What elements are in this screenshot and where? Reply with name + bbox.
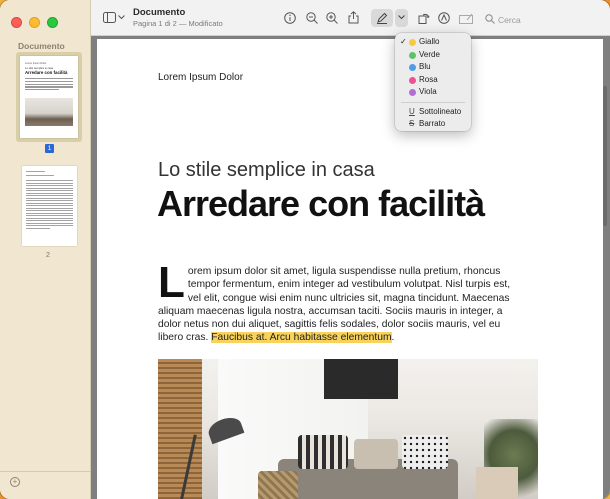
strikethrough-icon: S (409, 119, 415, 128)
thumbnail-header: Lorem Ipsum Dolor (25, 62, 47, 65)
pink-swatch-icon (409, 76, 416, 84)
page-number-2: 2 (46, 252, 50, 259)
zoom-button[interactable] (47, 17, 58, 28)
thumbnail-text-lines (25, 78, 73, 92)
article-title: Arredare con facilità (157, 183, 485, 224)
highlighted-text[interactable]: Faucibus at. Arcu habitasse elementum (211, 332, 392, 344)
add-page-icon[interactable]: + (10, 477, 20, 487)
zoom-in-icon[interactable] (326, 12, 338, 24)
chevron-down-icon (398, 15, 405, 20)
thumbnail-image (25, 98, 73, 126)
interior-photo (158, 359, 538, 499)
zoom-out-icon[interactable] (306, 12, 318, 24)
close-button[interactable] (11, 17, 22, 28)
body-text-end: . (391, 332, 395, 344)
yellow-swatch-icon (409, 39, 416, 46)
menu-item-verde[interactable]: Verde (395, 49, 471, 62)
page-thumbnail-1[interactable]: Lorem Ipsum Dolor Lo stile semplice in c… (16, 52, 82, 142)
sidebar: Documento Lorem Ipsum Dolor Lo stile sem… (0, 0, 91, 499)
menu-separator (401, 101, 465, 103)
menu-item-label: Verde (419, 49, 440, 59)
menu-item-label: Barrato (419, 119, 446, 128)
scrollbar[interactable] (603, 86, 607, 226)
menu-item-label: Rosa (419, 74, 438, 84)
underline-icon: U (409, 106, 415, 116)
page-number-1: 1 (45, 144, 54, 153)
menu-item-rosa[interactable]: Rosa (395, 74, 471, 87)
toolbar: Documento Pagina 1 di 2 — Modificato Cer… (91, 0, 610, 36)
menu-item-blu[interactable]: Blu (395, 61, 471, 74)
thumbnail-title: Arredare con facilità (25, 70, 68, 75)
menu-item-label: Giallo (419, 37, 440, 46)
page-thumbnail-2[interactable] (22, 166, 77, 246)
sidebar-divider (0, 471, 91, 472)
minimize-button[interactable] (29, 17, 40, 28)
menu-item-viola[interactable]: Viola (395, 86, 471, 99)
document-title: Documento (133, 7, 186, 18)
blue-swatch-icon (409, 64, 416, 71)
menu-item-label: Blu (419, 62, 431, 71)
highlight-pen-icon (377, 12, 388, 24)
document-status: Pagina 1 di 2 — Modificato (133, 19, 223, 28)
highlight-color-dropdown[interactable] (395, 9, 408, 27)
form-icon[interactable] (459, 13, 474, 24)
page-header-text: Lorem Ipsum Dolor (158, 72, 244, 83)
window-controls (11, 17, 58, 28)
rotate-icon[interactable] (418, 12, 430, 24)
share-icon[interactable] (348, 11, 359, 24)
drop-cap: L (158, 258, 185, 307)
sidebar-title: Documento (18, 41, 65, 51)
markup-icon[interactable] (438, 12, 450, 24)
menu-item-label: Viola (419, 87, 437, 96)
article-subtitle: Lo stile semplice in casa (158, 159, 375, 181)
thumbnail-page: Lorem Ipsum Dolor Lo stile semplice in c… (20, 56, 78, 138)
search-input[interactable]: Cerca (498, 15, 521, 25)
menu-item-barrato[interactable]: S Barrato (395, 118, 471, 131)
sidebar-icon[interactable] (103, 12, 116, 23)
document-page[interactable]: Lorem Ipsum Dolor Lo stile semplice in c… (97, 39, 603, 499)
article-body[interactable]: Lorem ipsum dolor sit amet, ligula suspe… (158, 258, 526, 345)
menu-item-giallo[interactable]: ✓ Giallo (395, 36, 471, 49)
preview-window: Documento Lorem Ipsum Dolor Lo stile sem… (0, 0, 610, 499)
menu-item-sottolineato[interactable]: U Sottolineato (395, 106, 471, 119)
document-view[interactable]: Lorem Ipsum Dolor Lo stile semplice in c… (91, 36, 610, 499)
search-icon (485, 14, 495, 24)
info-icon[interactable] (284, 12, 296, 24)
checkmark-icon: ✓ (400, 37, 407, 46)
chevron-down-icon[interactable] (118, 15, 125, 20)
menu-item-label: Sottolineato (419, 106, 462, 116)
green-swatch-icon (409, 51, 416, 59)
purple-swatch-icon (409, 89, 416, 96)
highlight-color-menu: ✓ Giallo Verde Blu Rosa Viola U Sottolin… (395, 33, 471, 131)
highlight-button[interactable] (371, 9, 393, 27)
